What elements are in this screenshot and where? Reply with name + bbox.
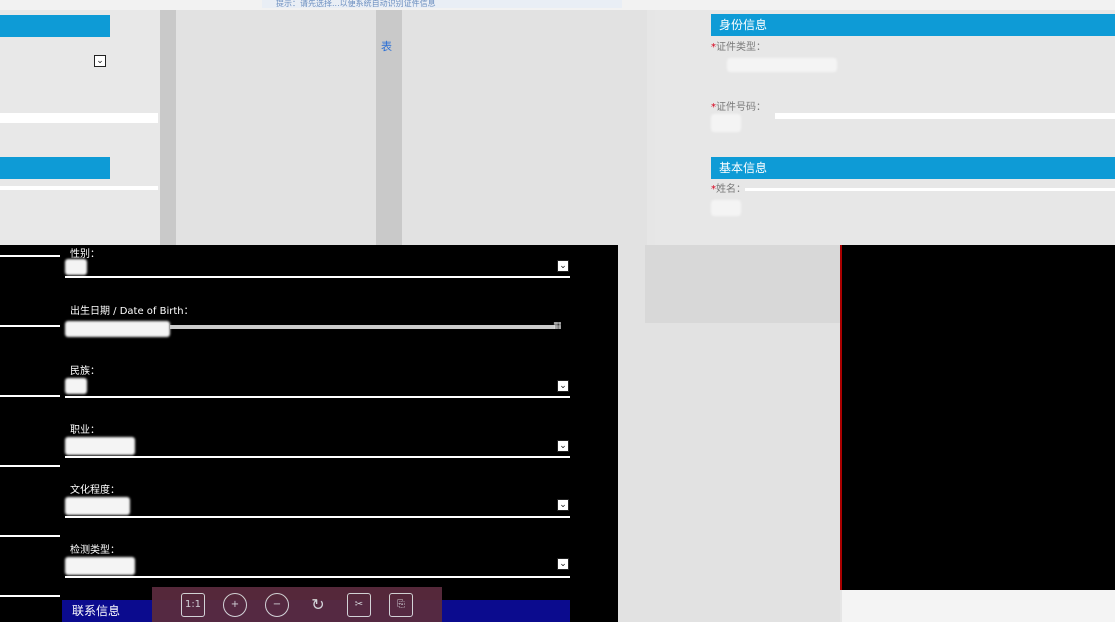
id-number-value (711, 114, 741, 132)
stripe (0, 535, 60, 537)
id-type-select[interactable] (727, 58, 837, 72)
education-label: 文化程度： (70, 485, 120, 496)
zoom-out-icon[interactable]: − (265, 592, 289, 617)
id-number-input[interactable] (775, 113, 1115, 119)
basic-section-header: 基本信息 (711, 157, 1115, 179)
stripe (0, 325, 60, 327)
stripe (0, 255, 60, 257)
left-section-header-1 (0, 15, 110, 37)
education-chevron-down-icon[interactable]: ⌄ (557, 499, 569, 511)
crop-icon[interactable]: ✂ (347, 592, 371, 617)
id-type-label: *证件类型： (711, 42, 766, 53)
actual-size-icon[interactable]: 1:1 (181, 592, 205, 617)
gender-label: 性别： (70, 249, 100, 260)
dob-value (65, 321, 170, 337)
rotate-icon[interactable]: ↻ (307, 594, 329, 616)
gender-chevron-down-icon[interactable]: ⌄ (557, 260, 569, 272)
chevron-down-icon[interactable]: ⌄ (94, 55, 106, 67)
lower-middle-card (645, 245, 840, 323)
gender-value (65, 259, 87, 275)
occupation-label: 职业： (70, 425, 100, 436)
education-select[interactable] (65, 516, 570, 518)
image-viewer-toolbar: 1:1 + − ↻ ✂ ⎘ (152, 587, 442, 622)
calendar-icon[interactable]: ▦ (553, 321, 563, 331)
ethnicity-value (65, 378, 87, 394)
detect-type-select[interactable] (65, 576, 570, 578)
ethnicity-label: 民族： (70, 366, 100, 377)
top-hint-text: 提示：请先选择...以便系统自动识别证件信息 (262, 0, 622, 8)
dob-input[interactable] (170, 325, 555, 329)
ethnicity-select[interactable] (65, 396, 570, 398)
stripe (0, 395, 60, 397)
right-preview-area (840, 245, 1115, 590)
left-input-line[interactable] (0, 113, 158, 123)
occupation-chevron-down-icon[interactable]: ⌄ (557, 440, 569, 452)
left-panel: ⌄ (0, 10, 160, 245)
name-label: *姓名： (711, 184, 746, 195)
name-input[interactable] (745, 188, 1115, 191)
left-divider (160, 10, 176, 245)
middle-card-2 (402, 10, 647, 245)
zoom-in-icon[interactable]: + (223, 592, 247, 617)
left-section-header-2 (0, 157, 110, 179)
form-area: 性别： ⌄ 出生日期 / Date of Birth： ▦ 民族： ⌄ 职业： … (0, 245, 618, 622)
identity-section-header: 身份信息 (711, 14, 1115, 36)
right-panel: 身份信息 *证件类型： *证件号码： 基本信息 *姓名： (655, 10, 1115, 245)
stripe (0, 465, 60, 467)
detect-type-value (65, 557, 135, 575)
save-icon[interactable]: ⎘ (389, 592, 413, 617)
occupation-select[interactable] (65, 456, 570, 458)
middle-divider: 表 (376, 10, 402, 245)
ethnicity-chevron-down-icon[interactable]: ⌄ (557, 380, 569, 392)
middle-tab-label[interactable]: 表 (381, 38, 392, 54)
bottom-right-area (842, 590, 1115, 622)
occupation-value (65, 437, 135, 455)
left-input-line-2[interactable] (0, 186, 158, 190)
education-value (65, 497, 130, 515)
name-value (711, 200, 741, 216)
stripe (0, 595, 60, 597)
dob-label: 出生日期 / Date of Birth： (70, 306, 194, 317)
id-number-label: *证件号码： (711, 102, 766, 113)
middle-card-1 (176, 10, 376, 245)
detect-type-chevron-down-icon[interactable]: ⌄ (557, 558, 569, 570)
gender-select[interactable] (65, 276, 570, 278)
detect-type-label: 检测类型： (70, 545, 120, 556)
